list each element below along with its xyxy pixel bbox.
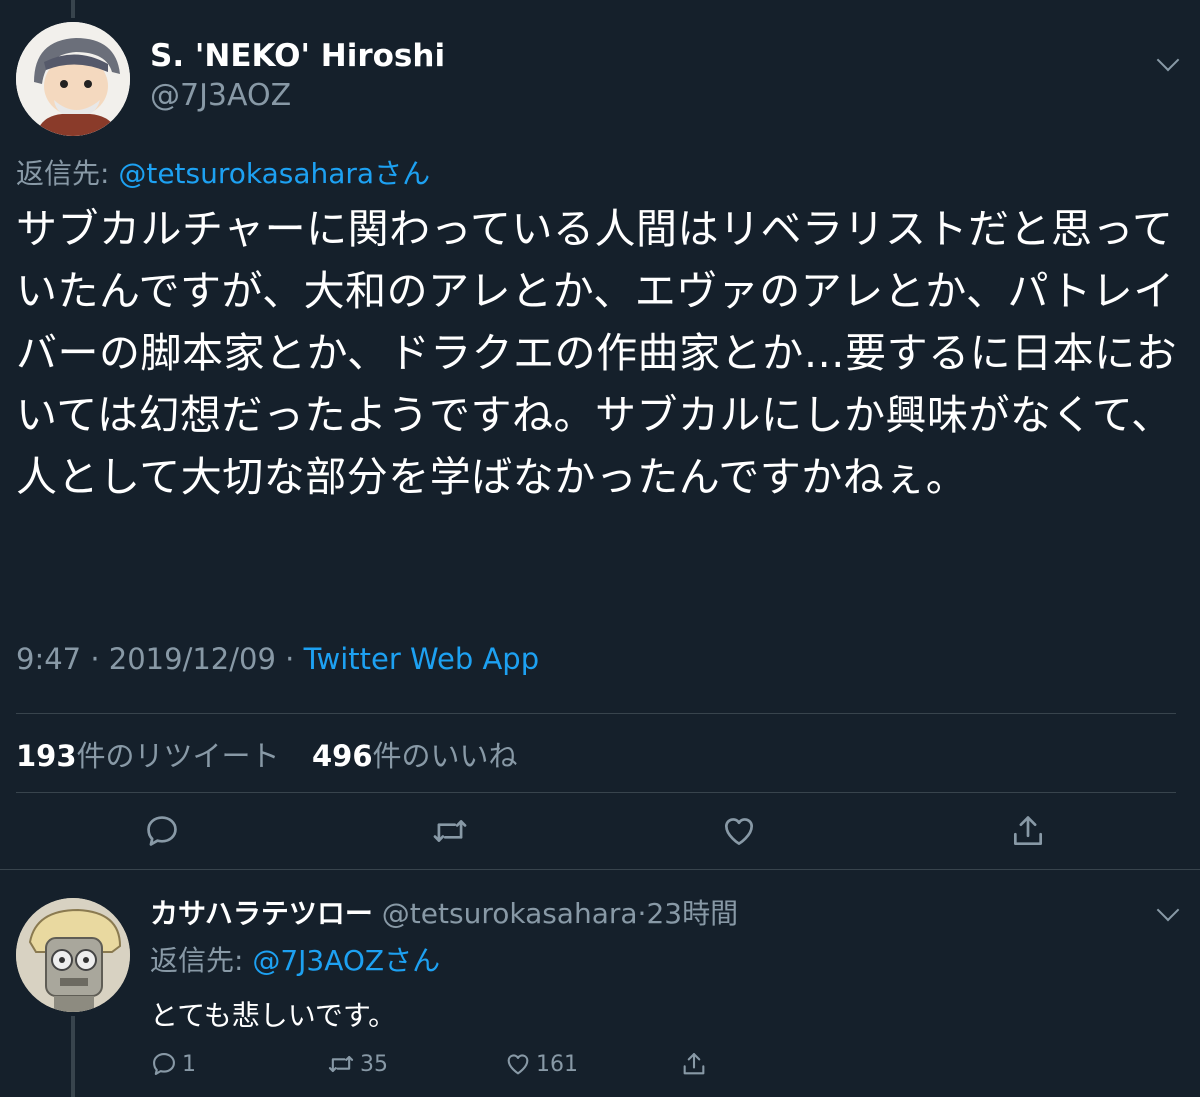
reply-share-button[interactable] [680, 1050, 708, 1078]
share-button[interactable] [1009, 812, 1047, 850]
avatar-illustration [16, 22, 130, 136]
divider-middle [16, 792, 1176, 793]
heart-icon [507, 1054, 529, 1075]
retweets-stat[interactable]: 193件のリツイート [16, 739, 280, 773]
like-count: 496 [312, 739, 373, 773]
reply-to-line: 返信先: @tetsurokasaharaさん [16, 152, 430, 192]
reply-to-handle-link[interactable]: @tetsurokasaharaさん [118, 157, 430, 190]
like-button[interactable] [720, 812, 758, 850]
reply-like-count: 161 [536, 1051, 578, 1077]
author-display-name[interactable]: S. 'NEKO' Hiroshi [150, 38, 445, 74]
reply-button[interactable] [143, 812, 181, 850]
thread-line-top [71, 0, 75, 18]
tweet-meta: 9:47 · 2019/12/09 · Twitter Web App [16, 642, 539, 676]
reply-retweet-count: 35 [360, 1051, 388, 1077]
reply-text: とても悲しいです。 [150, 999, 397, 1032]
retweet-count: 193 [16, 739, 77, 773]
reply-to-prefix: 返信先: [16, 157, 119, 190]
reply-header: カサハラテツロー @tetsurokasahara·23時間 [150, 892, 738, 932]
share-icon [683, 1053, 705, 1075]
chevron-down-icon[interactable] [1156, 48, 1180, 72]
reply-reply-to-prefix: 返信先: [150, 944, 253, 977]
reply-handle[interactable]: @tetsurokasahara [382, 897, 638, 930]
like-label: 件のいいね [372, 739, 518, 773]
retweet-label: 件のリツイート [76, 739, 280, 773]
reply-like-button[interactable]: 161 [504, 1050, 578, 1078]
reply-reply-to-line: 返信先: @7J3AOZさん [150, 939, 440, 979]
likes-stat[interactable]: 496件のいいね [312, 739, 518, 773]
tweet-text: サブカルチャーに関わっている人間はリベラリストだと思っていたんですが、大和のアレ… [16, 205, 1178, 501]
share-icon [1013, 816, 1043, 846]
author-handle[interactable]: @7J3AOZ [150, 78, 291, 113]
reply-icon [147, 816, 177, 846]
reply-display-name[interactable]: カサハラテツロー [150, 897, 373, 930]
chevron-down-icon[interactable] [1156, 898, 1180, 922]
retweet-button[interactable] [430, 812, 470, 850]
reply-reply-button[interactable]: 1 [150, 1050, 196, 1078]
retweet-icon [328, 1055, 354, 1073]
meta-separator-2: · [275, 642, 304, 676]
tweet-stats: 193件のリツイート 496件のいいね [16, 733, 518, 775]
reply-retweet-button[interactable]: 35 [326, 1050, 388, 1078]
tweet-date[interactable]: 2019/12/09 [109, 642, 276, 676]
thread-line-bottom [71, 1016, 75, 1097]
main-avatar[interactable] [16, 22, 130, 136]
reply-reply-count: 1 [182, 1051, 196, 1077]
reply-time-ago[interactable]: 23時間 [646, 897, 738, 930]
divider-bottom [0, 869, 1200, 870]
reply-reply-to-handle-link[interactable]: @7J3AOZさん [252, 944, 440, 977]
meta-separator: · [81, 642, 109, 676]
tweet-time[interactable]: 9:47 [16, 642, 81, 676]
heart-icon [724, 818, 754, 846]
reply-icon [153, 1053, 175, 1075]
tweet-source-link[interactable]: Twitter Web App [304, 642, 540, 676]
avatar-illustration [16, 898, 130, 1012]
divider-top [16, 713, 1176, 714]
reply-avatar[interactable] [16, 898, 130, 1012]
retweet-icon [433, 820, 467, 842]
